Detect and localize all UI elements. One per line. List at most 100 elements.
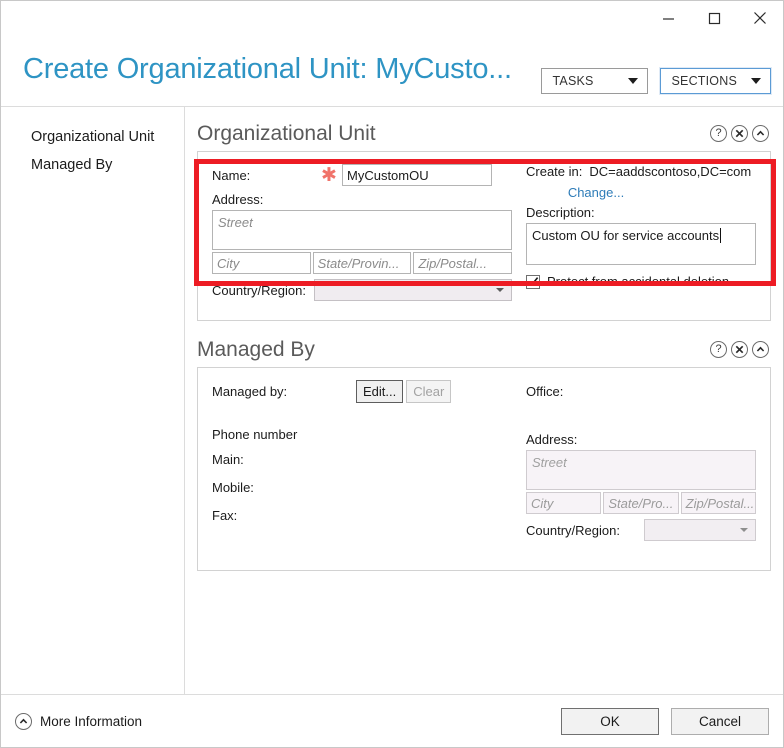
page-title: Create Organizational Unit: MyCusto... [23,53,512,85]
minimize-icon[interactable] [645,1,691,35]
window-controls [645,1,783,47]
description-input[interactable]: Custom OU for service accounts​ [526,223,756,265]
dialog-footer: More Information OK Cancel [1,694,783,747]
dialog-header: Create Organizational Unit: MyCusto... T… [1,47,783,106]
close-icon[interactable] [737,1,783,35]
mobile-phone-label: Mobile: [212,480,254,495]
help-icon[interactable]: ? [710,341,727,358]
maximize-icon[interactable] [691,1,737,35]
create-organizational-unit-dialog: Create Organizational Unit: MyCusto... T… [0,0,784,748]
managed-by-label: Managed by: [212,384,288,399]
collapse-icon[interactable] [752,125,769,142]
country-region-label: Country/Region: [526,522,620,538]
country-region-select[interactable] [314,279,512,301]
header-command-buttons: TASKS SECTIONS [540,68,771,94]
city-input[interactable]: City [526,492,602,514]
footer-buttons: OK Cancel [561,707,769,735]
edit-button[interactable]: Edit... [356,380,404,403]
clear-button-label: Clear [413,384,445,399]
collapse-icon [15,712,32,730]
help-glyph: ? [715,127,722,139]
section-title: Managed By [197,338,315,361]
create-in-value: DC=aaddscontoso,DC=com [589,164,752,179]
sidebar-item-label: Organizational Unit [31,129,155,145]
chevron-down-icon [496,288,504,292]
create-in-row: Create in: DC=aaddscontoso,DC=com [526,164,756,179]
protect-deletion-row: Protect from accidental deletion [526,274,756,289]
office-label: Office: [526,384,564,399]
state-placeholder: State/Pro... [608,495,674,511]
section-header-icons: ? [710,125,769,142]
sections-label: SECTIONS [671,74,737,88]
protect-from-deletion-checkbox[interactable] [526,274,540,289]
city-state-zip-row: City State/Provin... Zip/Postal... [212,252,513,274]
chevron-down-icon [627,78,638,84]
organizational-unit-section: Organizational Unit ? Name: ✱ MyCustomOU… [197,117,771,321]
name-label: Name: [212,167,251,183]
description-value: Custom OU for service accounts [532,228,720,243]
street-input[interactable]: Street [212,210,512,250]
name-row: Name: ✱ MyCustomOU [212,164,512,186]
ok-button-label: OK [600,713,620,729]
fax-label: Fax: [212,508,238,523]
city-placeholder: City [531,495,554,511]
zip-input[interactable]: Zip/Postal... [680,492,756,514]
chevron-down-icon [751,78,761,84]
section-header-icons: ? [710,341,769,358]
organizational-unit-panel: Name: ✱ MyCustomOU Address: Street City … [197,151,771,321]
zip-placeholder: Zip/Postal... [418,255,487,271]
country-region-row: Country/Region: [212,279,512,301]
help-glyph: ? [715,343,722,355]
sections-dropdown-button[interactable]: SECTIONS [659,68,771,94]
ou-left-column: Name: ✱ MyCustomOU Address: Street City … [212,164,513,306]
street-input[interactable]: Street [526,450,756,490]
title-bar [1,1,783,47]
managed-by-right-column: Office: Address: Street City State/Pro..… [512,380,756,546]
main-phone-label: Main: [212,452,244,467]
more-information-label: More Information [40,713,143,729]
cancel-button[interactable]: Cancel [671,707,769,735]
state-input[interactable]: State/Pro... [603,492,679,514]
section-content-area: Organizational Unit ? Name: ✱ MyCustomOU… [185,107,783,694]
city-placeholder: City [217,255,240,271]
clear-button[interactable]: Clear [406,380,452,403]
ou-right-column: Create in: DC=aaddscontoso,DC=com Change… [512,164,756,306]
address-label: Address: [526,432,578,447]
street-placeholder: Street [218,215,253,230]
collapse-icon[interactable] [752,341,769,358]
description-label: Description: [526,205,595,220]
tasks-dropdown-button[interactable]: TASKS [540,68,648,94]
street-placeholder: Street [532,455,567,470]
edit-button-label: Edit... [363,384,397,399]
phone-number-label: Phone number [212,427,298,442]
name-input[interactable]: MyCustomOU [342,164,492,186]
sidebar-item-managed-by[interactable]: Managed By [1,151,184,179]
more-information-toggle[interactable]: More Information [15,712,143,730]
country-region-select[interactable] [644,519,756,541]
cancel-button-label: Cancel [698,713,742,729]
dialog-body: Organizational Unit Managed By Organizat… [1,106,783,694]
address-label: Address: [212,192,264,207]
change-link[interactable]: Change... [568,185,624,200]
managed-by-left-column: Managed by: Edit... Clear Phone number M… [212,380,512,546]
ok-button[interactable]: OK [561,707,659,735]
sidebar-item-organizational-unit[interactable]: Organizational Unit [1,123,184,151]
city-state-zip-row: City State/Pro... Zip/Postal... [526,492,756,514]
help-icon[interactable]: ? [710,125,727,142]
managed-by-section-header: Managed By ? [197,333,771,367]
close-icon[interactable] [731,125,748,142]
tasks-label: TASKS [552,74,594,88]
managed-by-row: Managed by: Edit... Clear [212,380,512,403]
chevron-down-icon [740,528,748,532]
section-title: Organizational Unit [197,122,376,145]
country-region-row: Country/Region: [526,519,756,541]
name-input-value: MyCustomOU [347,167,429,183]
state-input[interactable]: State/Provin... [312,252,412,274]
zip-input[interactable]: Zip/Postal... [413,252,513,274]
close-icon[interactable] [731,341,748,358]
managed-by-panel: Managed by: Edit... Clear Phone number M… [197,367,771,571]
country-region-label: Country/Region: [212,282,306,298]
required-asterisk-icon: ✱ [321,164,337,186]
city-input[interactable]: City [212,252,311,274]
create-in-label: Create in: [526,164,583,179]
